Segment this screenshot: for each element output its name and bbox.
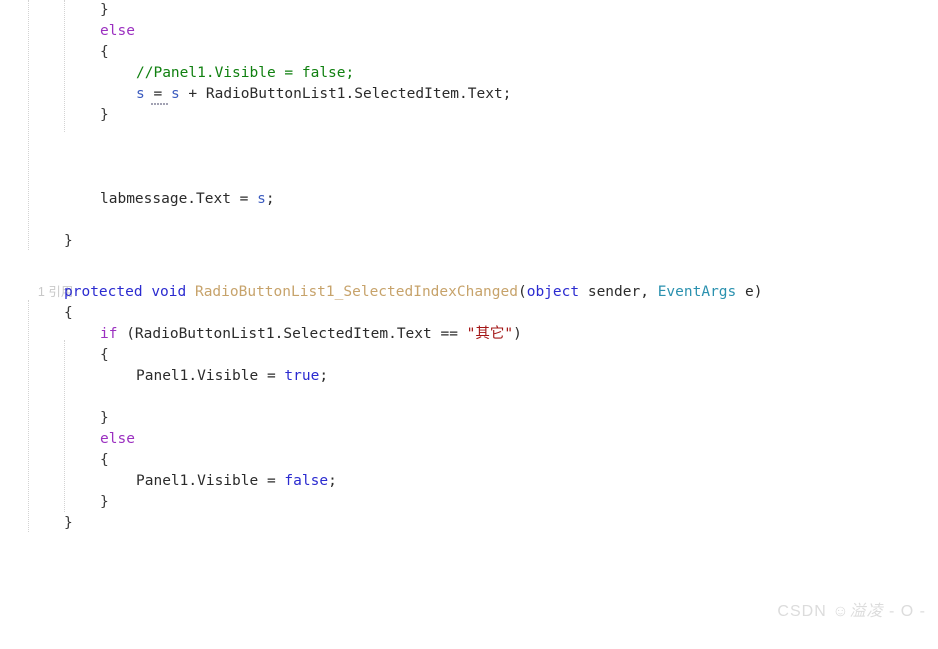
code-line[interactable]: } (0, 231, 938, 252)
code-token: { (100, 44, 109, 60)
code-line[interactable]: else (0, 21, 938, 42)
code-token: } (100, 410, 109, 426)
code-token: ; (265, 191, 275, 207)
code-line[interactable]: { (0, 303, 938, 324)
code-line[interactable]: s = s + RadioButtonList1.SelectedItem.Te… (0, 84, 938, 105)
code-token: } (64, 515, 73, 531)
code-line[interactable]: { (0, 345, 938, 366)
code-line[interactable]: { (0, 42, 938, 63)
code-line[interactable]: if (RadioButtonList1.SelectedItem.Text =… (0, 324, 938, 345)
code-token: false (284, 473, 329, 489)
code-token: { (100, 452, 109, 468)
code-token: (RadioButtonList1.SelectedItem.Text == (117, 326, 467, 342)
code-token: //Panel1.Visible = false; (136, 65, 355, 81)
code-token: else (100, 23, 135, 39)
code-token: Panel1.Visible = (136, 368, 285, 384)
code-line[interactable]: } (0, 408, 938, 429)
code-line[interactable]: protected void RadioButtonList1_Selected… (0, 282, 938, 303)
code-line[interactable]: } (0, 0, 938, 21)
code-token: true (284, 368, 320, 384)
code-line[interactable]: labmessage.Text = s; (0, 189, 938, 210)
code-token: RadioButtonList1_SelectedIndexChanged (194, 284, 518, 300)
code-token: EventArgs (657, 284, 737, 300)
watermark-prefix: CSDN (777, 603, 833, 620)
code-token: ) (753, 284, 763, 300)
code-token: } (100, 107, 109, 123)
code-line[interactable]: else (0, 429, 938, 450)
code-line[interactable]: } (0, 105, 938, 126)
code-token: } (100, 2, 109, 18)
code-line[interactable] (0, 168, 938, 189)
code-token: + RadioButtonList1.SelectedItem.Text; (179, 86, 512, 102)
code-token: if (100, 326, 118, 342)
watermark-suffix: - O - (883, 603, 926, 620)
code-line[interactable] (0, 252, 938, 273)
code-token: ; (328, 473, 337, 489)
code-line[interactable] (0, 210, 938, 231)
code-line[interactable]: Panel1.Visible = true; (0, 366, 938, 387)
code-token: labmessage.Text = (100, 191, 258, 207)
code-block-method[interactable]: protected void RadioButtonList1_Selected… (0, 282, 938, 534)
code-token: protected (64, 284, 143, 300)
code-token: s (136, 86, 145, 102)
codelens-reference-annotation[interactable]: 1 引用 (0, 262, 73, 299)
code-token-error: = (151, 84, 168, 105)
code-token: s (170, 86, 180, 102)
watermark-handle: 溢凌 (849, 601, 884, 620)
code-token: { (64, 305, 73, 321)
code-token: } (100, 494, 109, 510)
code-token: "其它" (466, 326, 514, 342)
code-token: { (100, 347, 109, 363)
code-line[interactable] (0, 126, 938, 147)
code-line[interactable]: } (0, 492, 938, 513)
code-token: } (64, 233, 73, 249)
code-token: sender, (579, 284, 658, 300)
code-line[interactable] (0, 147, 938, 168)
code-token: object (526, 284, 580, 300)
code-token: void (151, 284, 187, 300)
code-line[interactable]: Panel1.Visible = false; (0, 471, 938, 492)
code-block-upper[interactable]: } else { //Panel1.Visible = false; s = s + R… (0, 0, 938, 273)
code-token: ( (517, 284, 527, 300)
watermark-emoji-icon: ☺ (832, 603, 850, 620)
code-token: e (736, 284, 754, 300)
code-token: s (257, 191, 266, 207)
code-token: ; (319, 368, 329, 384)
csdn-watermark: CSDN ☺溢凌 - O - (756, 579, 926, 639)
code-token: ) (513, 326, 522, 342)
code-line[interactable]: { (0, 450, 938, 471)
code-token: else (100, 431, 135, 447)
code-editor-surface[interactable]: } else { //Panel1.Visible = false; s = s + R… (0, 0, 938, 649)
code-line[interactable] (0, 387, 938, 408)
code-line[interactable]: } (0, 513, 938, 534)
code-line[interactable]: //Panel1.Visible = false; (0, 63, 938, 84)
code-token: Panel1.Visible = (136, 473, 285, 489)
